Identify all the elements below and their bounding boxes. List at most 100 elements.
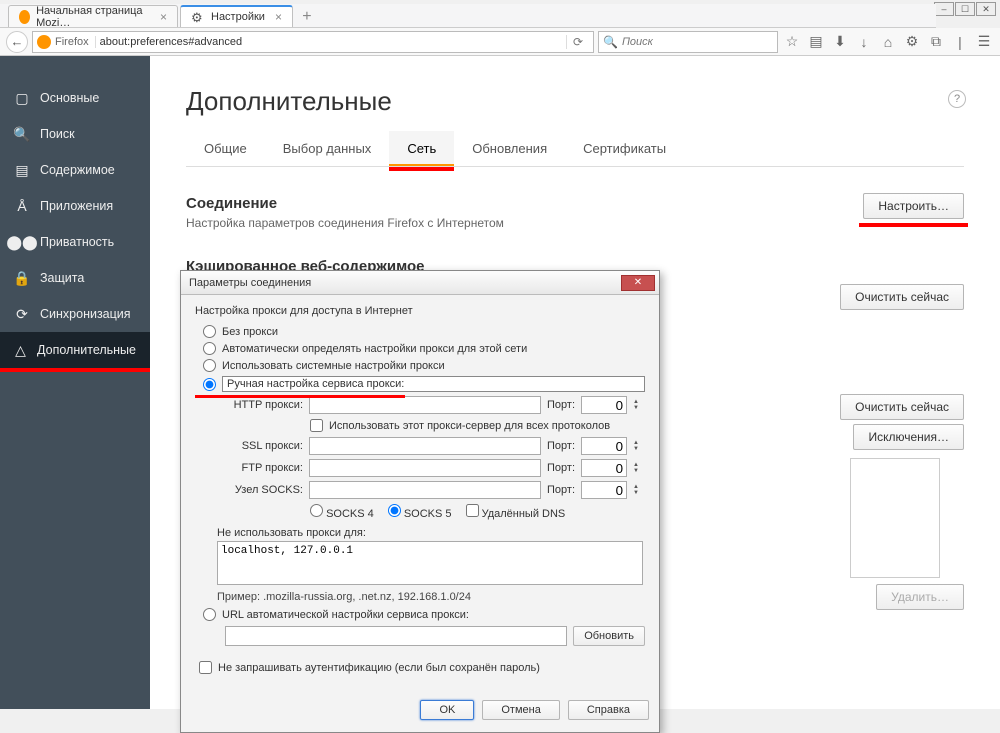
use-proxy-all-checkbox[interactable]: Использовать этот прокси-сервер для всех… — [195, 416, 645, 435]
radio-label: Без прокси — [222, 326, 278, 338]
radio-no-proxy[interactable]: Без прокси — [195, 323, 645, 340]
socks-proxy-row: Узел SOCKS: Порт: ▲▼ — [195, 479, 645, 501]
radio-pac-url[interactable]: URL автоматической настройки сервиса про… — [195, 606, 645, 623]
ssl-proxy-input[interactable] — [309, 437, 541, 455]
no-proxy-example: Пример: .mozilla-russia.org, .net.nz, 19… — [195, 588, 645, 606]
tab-close-icon[interactable]: × — [160, 10, 167, 24]
clear-cache-button[interactable]: Очистить сейчас — [840, 284, 964, 310]
window-minimize-button[interactable]: – — [934, 2, 954, 16]
new-tab-button[interactable]: + — [295, 7, 319, 27]
no-auth-prompt-checkbox[interactable]: Не запрашивать аутентификацию (если был … — [195, 649, 645, 680]
sidebar-item-label: Защита — [40, 271, 84, 285]
dialog-close-button[interactable]: ✕ — [621, 275, 655, 291]
sidebar-item-label: Поиск — [40, 127, 75, 141]
sidebar-item-security[interactable]: 🔒 Защита — [0, 260, 150, 296]
subtab-data[interactable]: Выбор данных — [265, 131, 390, 166]
socks-proxy-input[interactable] — [309, 481, 541, 499]
checkbox-label: Удалённый DNS — [482, 508, 566, 520]
ftp-proxy-row: FTP прокси: Порт: ▲▼ — [195, 457, 645, 479]
port-spinner[interactable]: ▲▼ — [633, 484, 645, 496]
sidebar-item-applications[interactable]: ÅПриложения — [0, 188, 150, 224]
exceptions-button[interactable]: Исключения… — [853, 424, 964, 450]
search-bar[interactable]: 🔍 — [598, 31, 778, 53]
socks-port-input[interactable] — [581, 481, 627, 499]
identity-label: Firefox — [55, 36, 96, 48]
sidebar-icon[interactable]: ⧉ — [926, 31, 946, 53]
advanced-icon: △ — [14, 342, 27, 358]
dialog-cancel-button[interactable]: Отмена — [482, 700, 559, 720]
settings-icon[interactable]: ⚙ — [902, 31, 922, 53]
content-icon: ▤ — [14, 162, 30, 178]
subtab-network[interactable]: Сеть — [389, 131, 454, 166]
preferences-sidebar: ▢Основные 🔍Поиск ▤ Содержимое ÅПриложения… — [0, 56, 150, 709]
sidebar-item-advanced[interactable]: △Дополнительные — [0, 332, 150, 372]
sidebar-item-search[interactable]: 🔍Поиск — [0, 116, 150, 152]
offline-apps-list[interactable] — [850, 458, 940, 578]
window-close-button[interactable]: ✕ — [976, 2, 996, 16]
clear-offline-button[interactable]: Очистить сейчас — [840, 394, 964, 420]
search-icon: 🔍 — [603, 35, 618, 49]
sidebar-item-general[interactable]: ▢Основные — [0, 80, 150, 116]
dialog-ok-button[interactable]: OK — [420, 700, 474, 720]
ssl-port-input[interactable] — [581, 437, 627, 455]
delete-button[interactable]: Удалить… — [876, 584, 964, 610]
navigation-toolbar: ← Firefox ⟳ 🔍 ☆ ▤ ⬇ ↓ ⌂ ⚙ ⧉ | ☰ — [0, 28, 1000, 56]
port-spinner[interactable]: ▲▼ — [633, 462, 645, 474]
http-proxy-input[interactable] — [309, 396, 541, 414]
tab-close-icon[interactable]: × — [275, 10, 282, 24]
help-button[interactable]: ? — [948, 90, 966, 108]
sidebar-item-privacy[interactable]: ⬤⬤Приватность — [0, 224, 150, 260]
lock-icon: 🔒 — [14, 270, 30, 286]
radio-system-proxy[interactable]: Использовать системные настройки прокси — [195, 357, 645, 374]
checkbox-label: Использовать этот прокси-сервер для всех… — [329, 420, 610, 432]
browser-tab[interactable]: ⚙ Настройки × — [180, 5, 293, 27]
proxy-group-label: Настройка прокси для доступа в Интернет — [195, 305, 645, 317]
port-spinner[interactable]: ▲▼ — [633, 399, 645, 411]
tab-label: Начальная страница Mozi… — [36, 5, 150, 29]
no-proxy-textarea[interactable]: localhost, 127.0.0.1 — [217, 541, 643, 585]
socks-version-row: SOCKS 4 SOCKS 5 Удалённый DNS — [195, 501, 645, 523]
radio-manual-proxy[interactable]: Ручная настройка сервиса прокси: — [195, 374, 645, 394]
applications-icon: Å — [14, 198, 30, 214]
url-input[interactable] — [100, 36, 562, 48]
dialog-button-row: OK Отмена Справка — [181, 690, 659, 732]
pocket-icon[interactable]: ⬇ — [830, 31, 850, 53]
window-maximize-button[interactable]: ☐ — [955, 2, 975, 16]
http-port-input[interactable] — [581, 396, 627, 414]
dialog-help-button[interactable]: Справка — [568, 700, 649, 720]
pac-url-input[interactable] — [225, 626, 567, 646]
ftp-port-input[interactable] — [581, 459, 627, 477]
subtab-updates[interactable]: Обновления — [454, 131, 565, 166]
dialog-titlebar[interactable]: Параметры соединения ✕ — [181, 271, 659, 295]
back-button[interactable]: ← — [6, 31, 28, 53]
remote-dns-checkbox[interactable]: Удалённый DNS — [466, 504, 566, 520]
menu-icon[interactable]: ☰ — [974, 31, 994, 53]
radio-label: Использовать системные настройки прокси — [222, 360, 445, 372]
radio-auto-detect[interactable]: Автоматически определять настройки прокс… — [195, 340, 645, 357]
port-label: Порт: — [547, 462, 575, 474]
sidebar-item-label: Содержимое — [40, 163, 115, 177]
pac-url-row: Обновить — [195, 623, 645, 649]
library-icon[interactable]: ▤ — [806, 31, 826, 53]
downloads-icon[interactable]: ↓ — [854, 31, 874, 53]
search-input[interactable] — [622, 36, 773, 48]
port-spinner[interactable]: ▲▼ — [633, 440, 645, 452]
ftp-proxy-input[interactable] — [309, 459, 541, 477]
radio-socks4[interactable]: SOCKS 4 — [310, 504, 374, 520]
dialog-body: Настройка прокси для доступа в Интернет … — [181, 295, 659, 690]
radio-socks5[interactable]: SOCKS 5 — [388, 504, 452, 520]
connection-settings-button[interactable]: Настроить… — [863, 193, 964, 219]
connection-section-title: Соединение — [186, 195, 504, 212]
subtab-general[interactable]: Общие — [186, 131, 265, 166]
home-icon[interactable]: ⌂ — [878, 31, 898, 53]
sidebar-item-sync[interactable]: ⟳Синхронизация — [0, 296, 150, 332]
bookmark-star-icon[interactable]: ☆ — [782, 31, 802, 53]
socks-proxy-label: Узел SOCKS: — [225, 484, 303, 496]
browser-tab[interactable]: Начальная страница Mozi… × — [8, 5, 178, 27]
sidebar-item-content[interactable]: ▤ Содержимое — [0, 152, 150, 188]
port-label: Порт: — [547, 484, 575, 496]
reload-icon[interactable]: ⟳ — [566, 35, 589, 49]
subtab-certificates[interactable]: Сертификаты — [565, 131, 684, 166]
url-bar[interactable]: Firefox ⟳ — [32, 31, 594, 53]
pac-reload-button[interactable]: Обновить — [573, 626, 645, 646]
